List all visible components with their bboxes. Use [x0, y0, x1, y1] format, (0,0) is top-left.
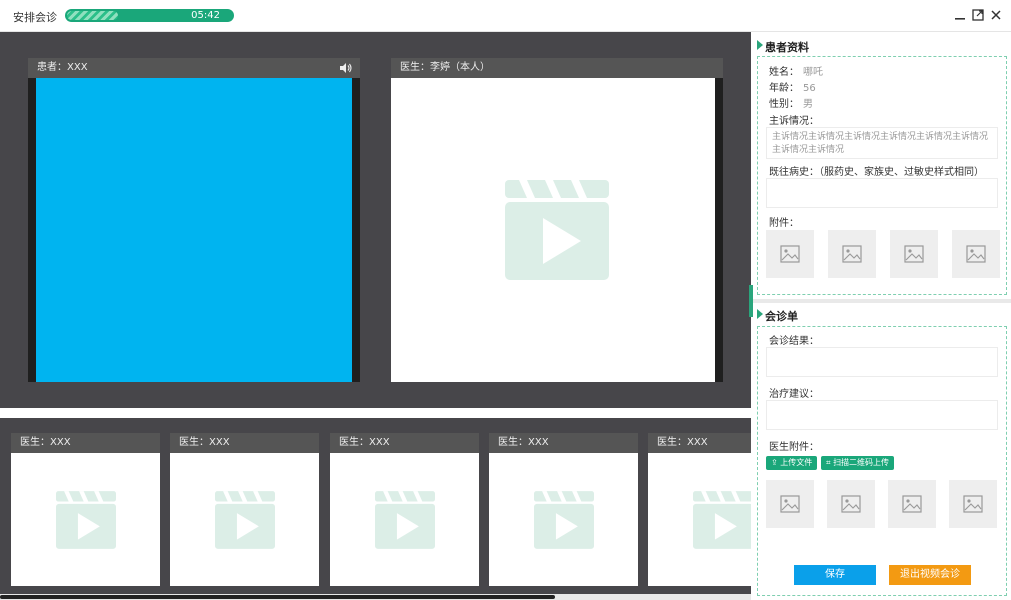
- consult-form-box: 会诊结果： 治疗建议： 医生附件： ⇪ 上传文件 ⌗ 扫描二维码上传 保存 退出…: [757, 326, 1007, 596]
- doctor-thumbnail-text: 医生：XXX: [20, 437, 71, 448]
- patient-video-label: 患者：XXX: [37, 62, 88, 73]
- thumbnail-scrollbar-thumb[interactable]: [0, 595, 555, 599]
- patient-info-box: 姓名： 哪吒 年龄： 56 性别： 男 主诉情况： 主诉情况主诉情况主诉情况主诉情况主…: [757, 56, 1007, 295]
- stage-separator: [0, 408, 751, 418]
- scan-qr-upload-button[interactable]: ⌗ 扫描二维码上传: [821, 456, 895, 470]
- video-placeholder-icon: [375, 491, 435, 552]
- advice-input[interactable]: [766, 400, 998, 430]
- patient-section-title: 患者资料: [765, 41, 809, 54]
- doctor-thumbnail-3[interactable]: 医生：XXX: [330, 433, 479, 586]
- patient-video[interactable]: 患者：XXX: [28, 58, 360, 382]
- gender-label: 性别：: [769, 99, 799, 110]
- upload-file-button[interactable]: ⇪ 上传文件: [766, 456, 818, 470]
- maximize-icon[interactable]: [971, 9, 985, 23]
- timer-progress-fill: [67, 11, 118, 20]
- title-bar: 安排会诊 05:42: [0, 0, 1011, 32]
- doctor-thumbnail-label: 医生：XXX: [11, 433, 160, 453]
- doctor-thumbnail-5[interactable]: 医生：XXX: [648, 433, 751, 586]
- gender-value: 男: [803, 99, 813, 110]
- thumbnail-scrollbar[interactable]: [0, 594, 751, 600]
- self-video[interactable]: 医生：李婷（本人）: [391, 58, 723, 382]
- result-input[interactable]: [766, 347, 998, 377]
- doctor-thumbnail-label: 医生：XXX: [489, 433, 638, 453]
- save-button[interactable]: 保存: [794, 565, 876, 585]
- age-value: 56: [803, 83, 816, 94]
- attachments-label: 附件：: [769, 218, 799, 229]
- doctor-thumbnail-2[interactable]: 医生：XXX: [170, 433, 319, 586]
- image-icon: [966, 245, 986, 263]
- image-icon: [780, 495, 800, 513]
- patient-name-row: 姓名： 哪吒: [769, 63, 823, 78]
- doctor-attachment-thumbnail[interactable]: [766, 480, 814, 528]
- video-placeholder-icon: [693, 491, 751, 552]
- result-label: 会诊结果：: [769, 336, 819, 347]
- patient-video-feed: [36, 78, 352, 382]
- doctor-thumbnail-label: 医生：XXX: [170, 433, 319, 453]
- video-placeholder-icon: [505, 180, 609, 283]
- consult-form-panel: 会诊单 会诊结果： 治疗建议： 医生附件： ⇪ 上传文件 ⌗ 扫描二维码上传 保…: [753, 303, 1011, 600]
- attachment-thumbnail[interactable]: [766, 230, 814, 278]
- minimize-icon[interactable]: [953, 9, 967, 23]
- doctor-attachment-thumbnail[interactable]: [949, 480, 997, 528]
- age-label: 年龄：: [769, 83, 799, 94]
- image-icon: [963, 495, 983, 513]
- attachment-thumbnail[interactable]: [828, 230, 876, 278]
- image-icon: [841, 495, 861, 513]
- history-label: 既往病史：（服药史、家族史、过敏史样式相同）: [769, 167, 984, 178]
- doctor-attachment-thumbnail[interactable]: [888, 480, 936, 528]
- doctor-thumbnail-text: 医生：XXX: [179, 437, 230, 448]
- attachment-thumbnail[interactable]: [952, 230, 1000, 278]
- image-icon: [902, 495, 922, 513]
- doctor-thumbnail-label: 医生：XXX: [330, 433, 479, 453]
- name-value: 哪吒: [803, 67, 823, 78]
- patient-gender-row: 性别： 男: [769, 95, 813, 110]
- self-video-header: 医生：李婷（本人）: [391, 58, 723, 78]
- video-placeholder-icon: [56, 491, 116, 552]
- window-title: 安排会诊: [13, 11, 57, 24]
- doctor-attachment-thumbnail[interactable]: [827, 480, 875, 528]
- name-label: 姓名：: [769, 67, 799, 78]
- patient-info-panel: 患者资料 姓名： 哪吒 年龄： 56 性别： 男 主诉情况： 主诉情况主诉情况主诉情况…: [753, 32, 1011, 300]
- scan-qr-label: 扫描二维码上传: [833, 458, 890, 467]
- doctor-thumbnail-text: 医生：XXX: [498, 437, 549, 448]
- advice-label: 治疗建议：: [769, 389, 819, 400]
- exit-video-consult-button[interactable]: 退出视频会诊: [889, 565, 971, 585]
- timer-text: 05:42: [191, 10, 220, 21]
- doctor-thumbnail-4[interactable]: 医生：XXX: [489, 433, 638, 586]
- complaint-label: 主诉情况：: [769, 116, 819, 127]
- video-placeholder-icon: [534, 491, 594, 552]
- image-icon: [904, 245, 924, 263]
- history-text: [766, 178, 998, 208]
- close-icon[interactable]: [989, 9, 1003, 23]
- attachment-thumbnail[interactable]: [890, 230, 938, 278]
- upload-file-label: 上传文件: [780, 458, 813, 467]
- doctor-attach-label: 医生附件：: [769, 442, 819, 453]
- video-placeholder-icon: [215, 491, 275, 552]
- doctor-thumbnail-label: 医生：XXX: [648, 433, 751, 453]
- patient-video-header: 患者：XXX: [28, 58, 360, 78]
- doctor-thumbnail-1[interactable]: 医生：XXX: [11, 433, 160, 586]
- patient-age-row: 年龄： 56: [769, 79, 816, 94]
- self-video-edge: [715, 78, 723, 382]
- timer-progress: 05:42: [65, 9, 234, 22]
- image-icon: [780, 245, 800, 263]
- video-stage: 患者：XXX 医生：李婷（本人） 医生：XXX 医生：XXX 医生：XXX 医生…: [0, 32, 751, 600]
- section-marker-icon: [757, 309, 763, 319]
- consult-section-title: 会诊单: [765, 310, 798, 323]
- image-icon: [842, 245, 862, 263]
- doctor-thumbnail-text: 医生：XXX: [339, 437, 390, 448]
- upload-icon: ⇪: [771, 458, 778, 467]
- section-marker-icon: [757, 40, 763, 50]
- doctor-thumbnail-text: 医生：XXX: [657, 437, 708, 448]
- complaint-text: 主诉情况主诉情况主诉情况主诉情况主诉情况主诉情况主诉情况主诉情况: [766, 127, 998, 159]
- qr-scan-icon: ⌗: [826, 458, 831, 467]
- self-video-label: 医生：李婷（本人）: [400, 62, 490, 73]
